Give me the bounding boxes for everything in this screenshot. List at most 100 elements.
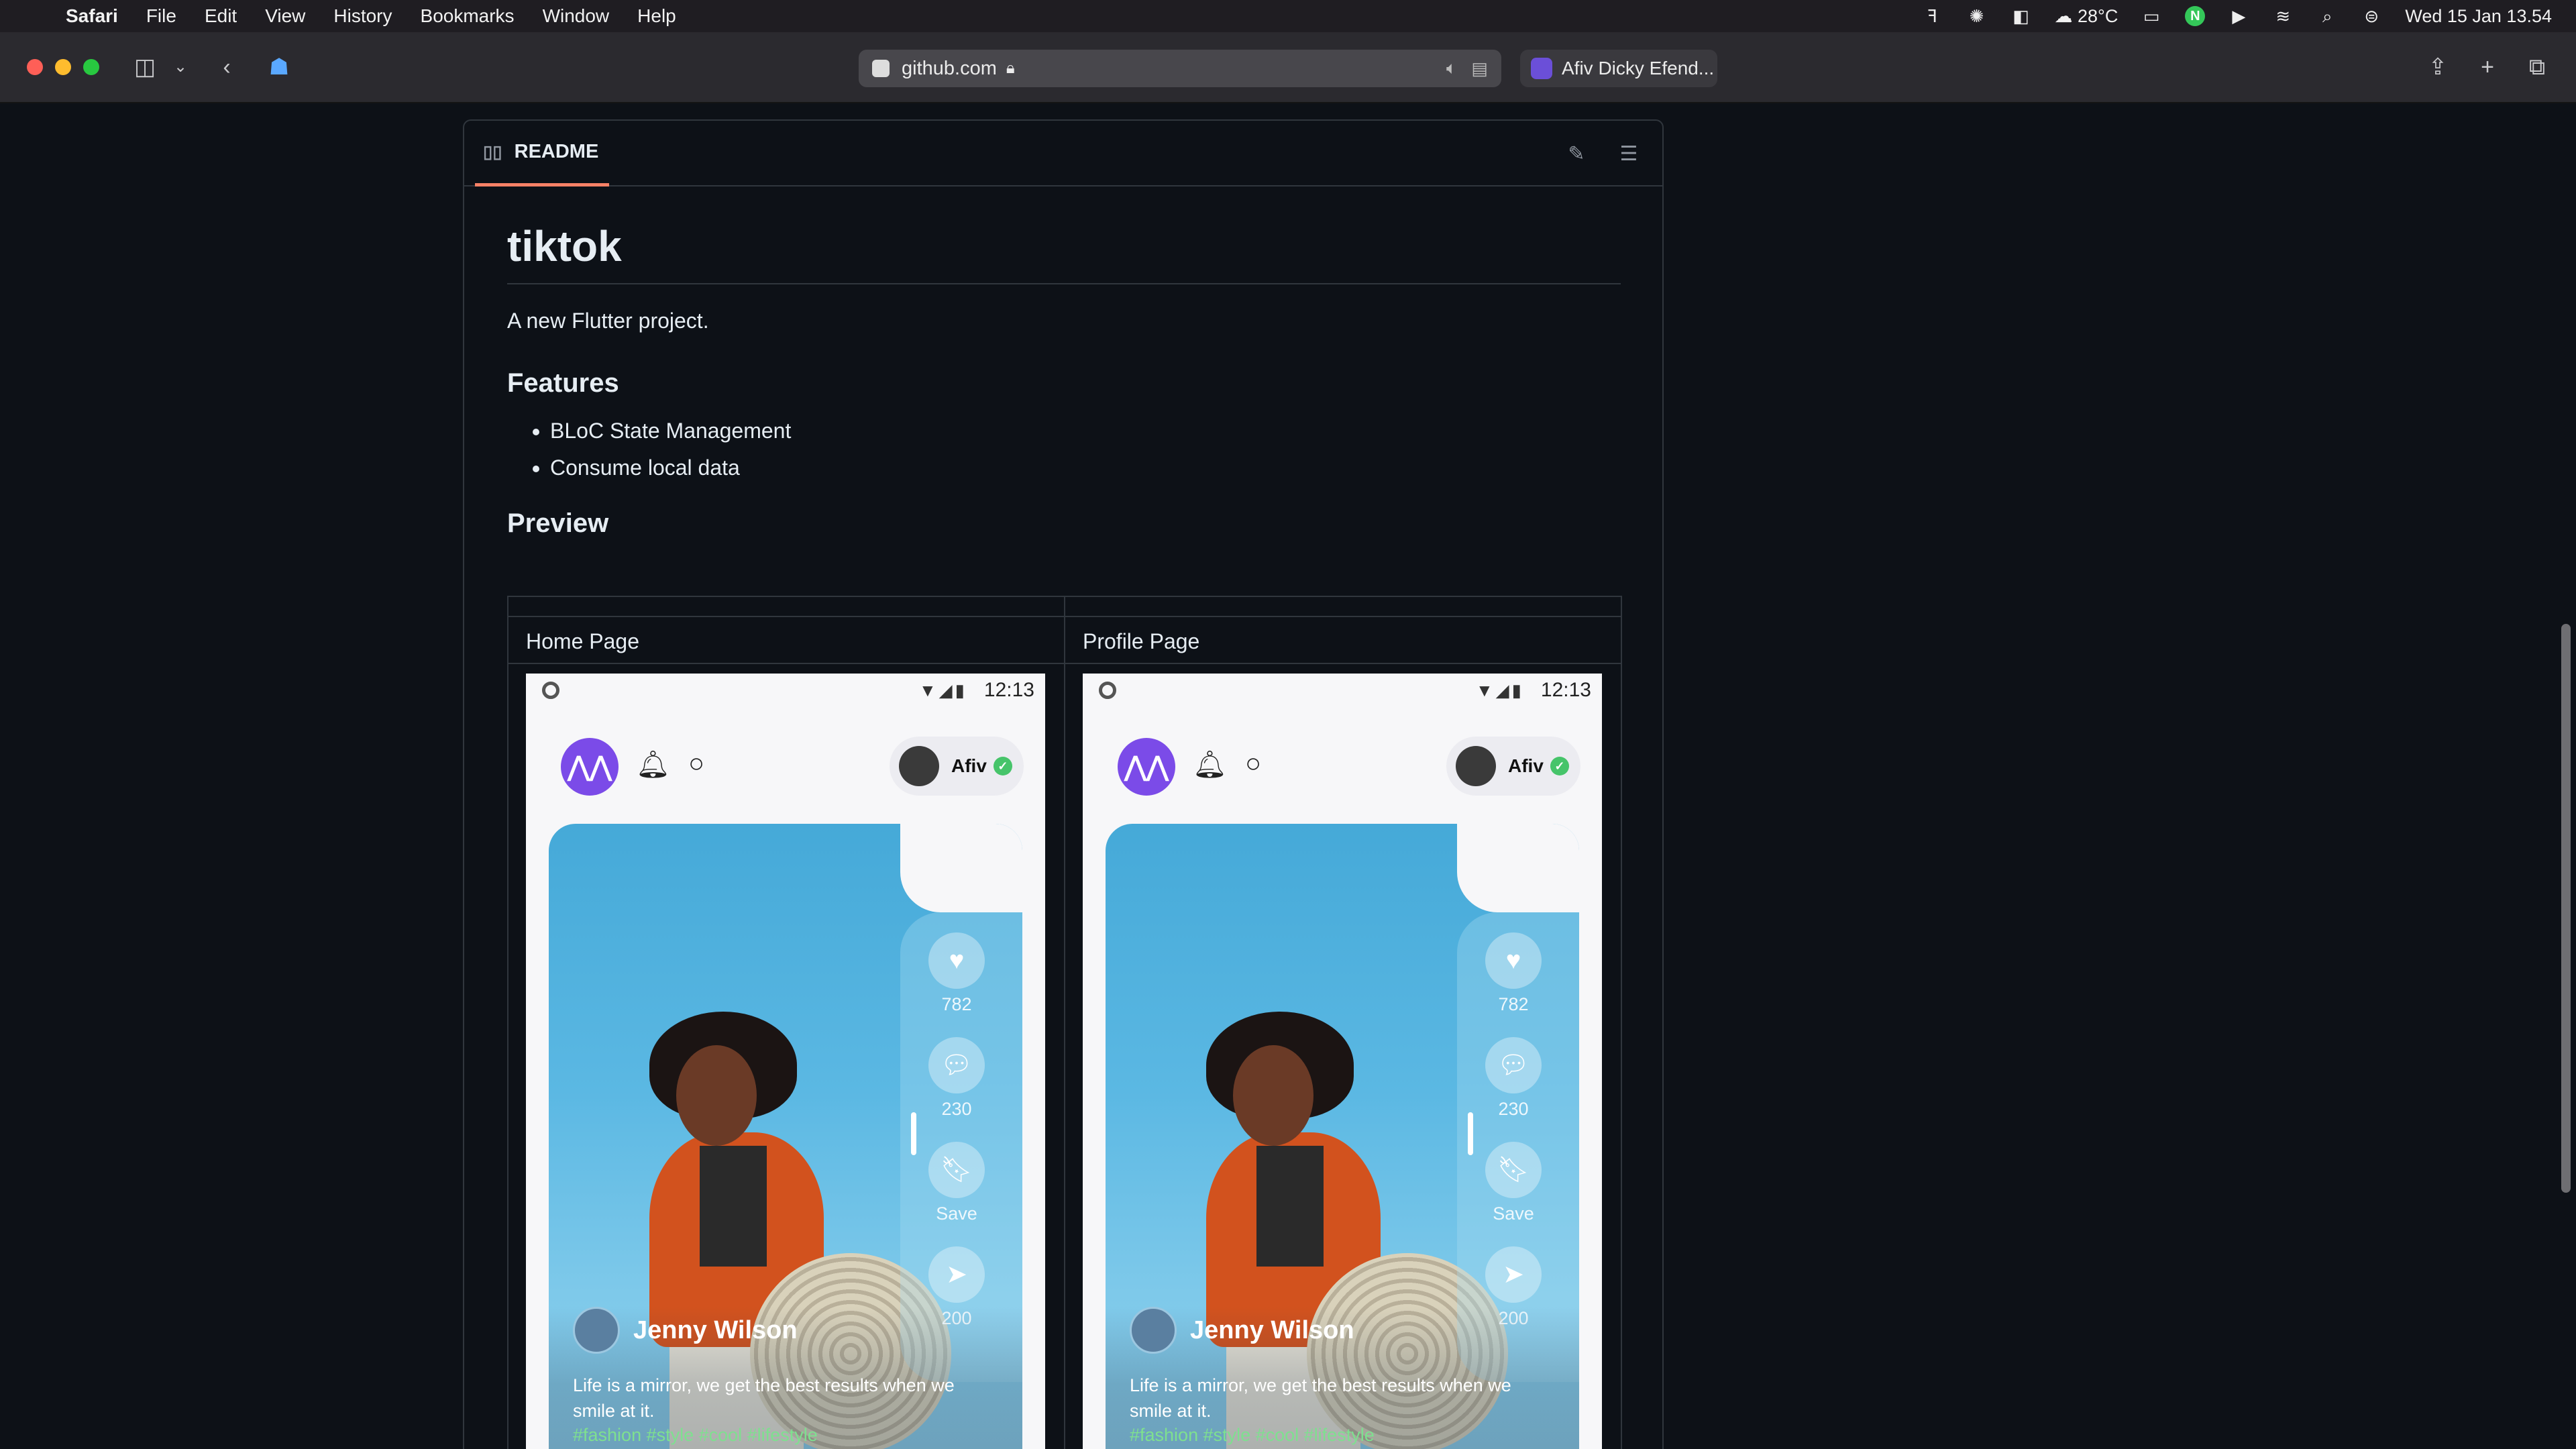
phone-time: 12:13 bbox=[1540, 679, 1591, 701]
site-favicon bbox=[872, 60, 890, 77]
send-icon: ➤ bbox=[1485, 1246, 1542, 1303]
menu-help[interactable]: Help bbox=[637, 5, 676, 27]
search-icon: ○ bbox=[688, 749, 705, 778]
card-notch bbox=[1457, 824, 1579, 912]
creative-cloud-icon[interactable]: ✺ bbox=[1966, 7, 1987, 25]
outline-list-icon[interactable]: ☰ bbox=[1613, 138, 1645, 170]
video-caption: Life is a mirror, we get the best result… bbox=[1130, 1375, 1511, 1421]
readme-tab-label: README bbox=[514, 141, 599, 162]
tab-readme[interactable]: ▯▯ README bbox=[475, 121, 609, 186]
wifi-icon[interactable]: ≋ bbox=[2272, 7, 2294, 25]
readme-header: ▯▯ README ✎ ☰ bbox=[464, 121, 1662, 186]
app-logo-icon: ⋀⋀ bbox=[561, 738, 619, 796]
sidebar-toggle-icon[interactable]: ◫ bbox=[131, 52, 158, 82]
column-home-page: Home Page bbox=[526, 629, 639, 653]
display-icon[interactable]: ▭ bbox=[2141, 7, 2162, 25]
scrollbar-thumb[interactable] bbox=[2561, 624, 2571, 1193]
likes-count: 782 bbox=[941, 994, 972, 1014]
phone-status-bar: ▼◢▮ 12:13 bbox=[1083, 674, 1602, 707]
minimize-window-button[interactable] bbox=[55, 59, 71, 75]
menu-bar: Safari File Edit View History Bookmarks … bbox=[0, 0, 2576, 32]
bookmark-icon: 🔖︎ bbox=[1485, 1142, 1542, 1198]
tab-overview-icon[interactable]: ⧉ bbox=[2524, 52, 2551, 82]
share-icon[interactable]: ⇪ bbox=[2424, 52, 2451, 82]
save-label: Save bbox=[936, 1203, 977, 1224]
user-name: Afiv bbox=[951, 755, 987, 776]
signal-battery-icon: ▼◢▮ bbox=[1475, 680, 1524, 700]
verified-check-icon: ✓ bbox=[993, 757, 1012, 775]
comments-count: 230 bbox=[1498, 1099, 1529, 1119]
back-arrow-icon[interactable]: ‹ bbox=[215, 52, 239, 82]
menu-bookmarks[interactable]: Bookmarks bbox=[421, 5, 515, 27]
weather-temp: 28°C bbox=[2078, 5, 2118, 26]
address-bar[interactable]: github.com 🔒︎ 🔈︎ ▤ bbox=[859, 50, 1501, 87]
author-avatar bbox=[1130, 1307, 1177, 1354]
send-icon: ➤ bbox=[928, 1246, 985, 1303]
close-window-button[interactable] bbox=[27, 59, 43, 75]
user-chip: Afiv ✓ bbox=[890, 737, 1024, 796]
menu-edit[interactable]: Edit bbox=[205, 5, 237, 27]
edit-pencil-icon[interactable]: ✎ bbox=[1560, 138, 1593, 170]
preview-heading: Preview bbox=[507, 508, 609, 538]
preview-table: Home Page Profile Page ▼◢▮ 12:13 ⋀⋀ 🔔︎ ○… bbox=[507, 596, 1622, 1449]
book-icon: ▯▯ bbox=[483, 142, 502, 162]
video-card: ♥ 782 💬︎ 230 🔖︎ Save ➤ 200 Jenny Wilson … bbox=[1106, 824, 1579, 1449]
search-icon: ○ bbox=[1245, 749, 1262, 778]
tab-title: Afiv Dicky Efend... bbox=[1562, 58, 1715, 78]
ghostery-extension-icon[interactable]: ☗ bbox=[266, 52, 292, 82]
menu-history[interactable]: History bbox=[333, 5, 392, 27]
verified-check-icon: ✓ bbox=[1550, 757, 1569, 775]
save-label: Save bbox=[1493, 1203, 1534, 1224]
likes-count: 782 bbox=[1498, 994, 1529, 1014]
column-divider bbox=[1064, 597, 1065, 1449]
features-list: BLoC State Management Consume local data bbox=[507, 419, 1621, 480]
menu-window[interactable]: Window bbox=[543, 5, 610, 27]
menu-app-safari[interactable]: Safari bbox=[66, 5, 118, 27]
feature-item: Consume local data bbox=[550, 455, 1621, 480]
home-page-screenshot: ▼◢▮ 12:13 ⋀⋀ 🔔︎ ○ Afiv ✓ ♥ 782 💬︎ 230 🔖︎… bbox=[526, 674, 1045, 1449]
bell-icon: 🔔︎ bbox=[1193, 750, 1227, 780]
weather-widget[interactable]: ☁ 28°C bbox=[2054, 6, 2118, 27]
chevron-down-icon[interactable]: ⌄ bbox=[170, 52, 191, 82]
reader-icon[interactable]: ▤ bbox=[1471, 58, 1488, 79]
user-name: Afiv bbox=[1508, 755, 1544, 776]
bookmark-icon: 🔖︎ bbox=[928, 1142, 985, 1198]
tab-afiv[interactable]: Afiv Dicky Efend... bbox=[1520, 50, 1717, 87]
new-tab-icon[interactable]: + bbox=[2474, 52, 2501, 82]
comments-count: 230 bbox=[941, 1099, 972, 1119]
avatar bbox=[899, 746, 939, 786]
play-icon[interactable]: ▶ bbox=[2228, 7, 2249, 25]
audio-icon[interactable]: 🔈︎ bbox=[1446, 58, 1457, 79]
n-app-icon[interactable]: N bbox=[2185, 6, 2206, 26]
menu-file[interactable]: File bbox=[146, 5, 176, 27]
tab-favicon bbox=[1531, 58, 1552, 79]
spotlight-search-icon[interactable]: ⌕ bbox=[2316, 7, 2338, 25]
card-notch bbox=[900, 824, 1022, 912]
comment-icon: 💬︎ bbox=[1485, 1037, 1542, 1093]
features-heading: Features bbox=[507, 368, 619, 398]
photo-figure bbox=[1233, 1045, 1313, 1146]
clock[interactable]: Wed 15 Jan 13.54 bbox=[2405, 6, 2552, 27]
avatar bbox=[1456, 746, 1496, 786]
readme-description: A new Flutter project. bbox=[507, 309, 709, 333]
phone-time: 12:13 bbox=[983, 679, 1034, 701]
readme-content: tiktok A new Flutter project. Features B… bbox=[507, 221, 1621, 539]
zoom-window-button[interactable] bbox=[83, 59, 99, 75]
lock-icon: 🔒︎ bbox=[1006, 59, 1015, 77]
readme-title: tiktok bbox=[507, 221, 1621, 284]
camera-dot-icon bbox=[1099, 682, 1116, 699]
cloud-icon: ☁ bbox=[2054, 5, 2073, 26]
video-tags: #fashion #style #cool #lifestyle bbox=[1130, 1425, 1375, 1445]
readme-box: ▯▯ README ✎ ☰ tiktok A new Flutter proje… bbox=[463, 119, 1664, 1449]
app-status-icon[interactable]: ◧ bbox=[2010, 7, 2031, 25]
user-chip: Afiv ✓ bbox=[1446, 737, 1580, 796]
menu-view[interactable]: View bbox=[265, 5, 305, 27]
safari-toolbar: ◫ ⌄ ‹ ☗ github.com 🔒︎ 🔈︎ ▤ Afiv Dicky Ef… bbox=[0, 32, 2576, 103]
control-center-icon[interactable]: ⊜ bbox=[2361, 7, 2382, 25]
feature-item: BLoC State Management bbox=[550, 419, 1621, 443]
figma-icon[interactable]: ꟻ bbox=[1921, 7, 1943, 25]
photo-figure bbox=[1256, 1146, 1324, 1267]
phone-status-bar: ▼◢▮ 12:13 bbox=[526, 674, 1045, 707]
author-name: Jenny Wilson bbox=[633, 1316, 798, 1344]
heart-icon: ♥ bbox=[928, 932, 985, 989]
